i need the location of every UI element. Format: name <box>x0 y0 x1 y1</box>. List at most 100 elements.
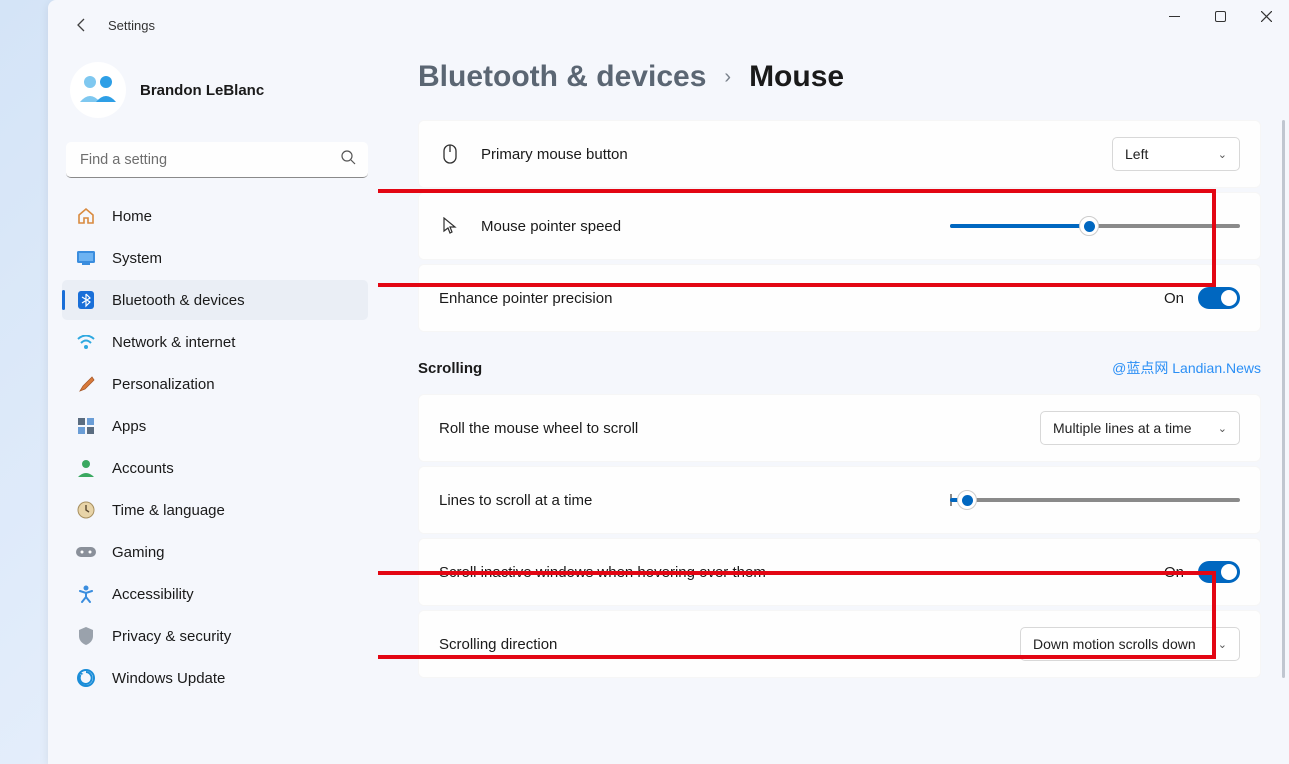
sidebar-item-update[interactable]: Windows Update <box>62 658 368 698</box>
sidebar-item-label: Apps <box>112 418 146 435</box>
update-icon <box>76 668 96 688</box>
wifi-icon <box>76 332 96 352</box>
avatar <box>70 62 126 118</box>
chevron-down-icon: ⌄ <box>1218 422 1227 435</box>
dropdown-value: Multiple lines at a time <box>1053 420 1192 436</box>
clock-icon <box>76 500 96 520</box>
bluetooth-icon <box>76 290 96 310</box>
app-title: Settings <box>108 18 155 33</box>
scrollbar[interactable] <box>1282 120 1285 678</box>
dropdown-value: Left <box>1125 146 1148 162</box>
roll-wheel-dropdown[interactable]: Multiple lines at a time ⌄ <box>1040 411 1240 445</box>
sidebar-item-label: Personalization <box>112 376 215 393</box>
shield-icon <box>76 626 96 646</box>
arrow-left-icon <box>74 17 90 33</box>
breadcrumb: Bluetooth & devices › Mouse <box>418 60 1261 94</box>
breadcrumb-parent[interactable]: Bluetooth & devices <box>418 60 706 94</box>
content: Brandon LeBlanc Home System <box>48 50 1289 764</box>
setting-label: Enhance pointer precision <box>439 290 1144 307</box>
scroll-inactive-toggle[interactable] <box>1198 561 1240 583</box>
sidebar-item-label: Network & internet <box>112 334 235 351</box>
lines-scroll-slider[interactable] <box>950 490 1240 510</box>
home-icon <box>76 206 96 226</box>
breadcrumb-current: Mouse <box>749 60 844 94</box>
sidebar-item-gaming[interactable]: Gaming <box>62 532 368 572</box>
dropdown-value: Down motion scrolls down <box>1033 636 1196 652</box>
setting-label: Mouse pointer speed <box>481 218 930 235</box>
search-icon <box>341 150 356 170</box>
setting-enhance-precision: Enhance pointer precision On <box>418 264 1261 332</box>
apps-icon <box>76 416 96 436</box>
watermark: @蓝点网 Landian.News <box>1112 358 1261 378</box>
setting-label: Lines to scroll at a time <box>439 492 930 509</box>
close-icon <box>1261 11 1272 22</box>
setting-primary-button: Primary mouse button Left ⌄ <box>418 120 1261 188</box>
person-icon <box>76 458 96 478</box>
setting-lines-scroll: Lines to scroll at a time <box>418 466 1261 534</box>
chevron-right-icon: › <box>724 66 731 89</box>
search-box <box>66 142 368 178</box>
sidebar-item-label: Accounts <box>112 460 174 477</box>
gamepad-icon <box>76 542 96 562</box>
sidebar-item-label: Windows Update <box>112 670 225 687</box>
sidebar-item-home[interactable]: Home <box>62 196 368 236</box>
sidebar-item-label: Bluetooth & devices <box>112 292 245 309</box>
user-name: Brandon LeBlanc <box>140 82 264 99</box>
primary-button-dropdown[interactable]: Left ⌄ <box>1112 137 1240 171</box>
section-header-label: Scrolling <box>418 360 482 377</box>
section-header-scrolling: Scrolling @蓝点网 Landian.News <box>418 358 1261 378</box>
sidebar-item-label: System <box>112 250 162 267</box>
sidebar-item-label: Time & language <box>112 502 225 519</box>
brush-icon <box>76 374 96 394</box>
search-input[interactable] <box>66 142 368 178</box>
setting-scroll-inactive: Scroll inactive windows when hovering ov… <box>418 538 1261 606</box>
sidebar-item-label: Gaming <box>112 544 165 561</box>
sidebar-item-label: Home <box>112 208 152 225</box>
close-button[interactable] <box>1243 0 1289 32</box>
avatar-icon <box>76 68 120 112</box>
sidebar-item-network[interactable]: Network & internet <box>62 322 368 362</box>
nav: Home System Bluetooth & devices Network … <box>62 196 378 698</box>
setting-label: Primary mouse button <box>481 146 1092 163</box>
sidebar-item-system[interactable]: System <box>62 238 368 278</box>
chevron-down-icon: ⌄ <box>1218 638 1227 651</box>
settings-list: Primary mouse button Left ⌄ Mouse pointe… <box>418 120 1261 678</box>
sidebar: Brandon LeBlanc Home System <box>48 50 378 764</box>
maximize-icon <box>1215 11 1226 22</box>
system-icon <box>76 248 96 268</box>
setting-label: Scroll inactive windows when hovering ov… <box>439 564 1144 581</box>
sidebar-item-accounts[interactable]: Accounts <box>62 448 368 488</box>
chevron-down-icon: ⌄ <box>1218 148 1227 161</box>
sidebar-item-privacy[interactable]: Privacy & security <box>62 616 368 656</box>
scroll-direction-dropdown[interactable]: Down motion scrolls down ⌄ <box>1020 627 1240 661</box>
setting-roll-wheel: Roll the mouse wheel to scroll Multiple … <box>418 394 1261 462</box>
sidebar-item-bluetooth[interactable]: Bluetooth & devices <box>62 280 368 320</box>
minimize-icon <box>1169 11 1180 22</box>
back-button[interactable] <box>66 9 98 41</box>
sidebar-item-label: Privacy & security <box>112 628 231 645</box>
toggle-state: On <box>1164 564 1184 581</box>
settings-window: Settings <box>48 0 1289 764</box>
sidebar-item-time[interactable]: Time & language <box>62 490 368 530</box>
sidebar-item-label: Accessibility <box>112 586 194 603</box>
setting-label: Scrolling direction <box>439 636 1000 653</box>
toggle-wrap: On <box>1164 287 1240 309</box>
sidebar-item-accessibility[interactable]: Accessibility <box>62 574 368 614</box>
setting-pointer-speed: Mouse pointer speed <box>418 192 1261 260</box>
enhance-precision-toggle[interactable] <box>1198 287 1240 309</box>
toggle-wrap: On <box>1164 561 1240 583</box>
maximize-button[interactable] <box>1197 0 1243 32</box>
titlebar: Settings <box>48 0 1289 50</box>
setting-scroll-direction: Scrolling direction Down motion scrolls … <box>418 610 1261 678</box>
sidebar-item-apps[interactable]: Apps <box>62 406 368 446</box>
main-content: Bluetooth & devices › Mouse Primary mous… <box>378 50 1289 764</box>
pointer-speed-slider[interactable] <box>950 216 1240 236</box>
sidebar-item-personalization[interactable]: Personalization <box>62 364 368 404</box>
minimize-button[interactable] <box>1151 0 1197 32</box>
window-controls <box>1151 0 1289 32</box>
toggle-state: On <box>1164 290 1184 307</box>
setting-label: Roll the mouse wheel to scroll <box>439 420 1020 437</box>
user-profile[interactable]: Brandon LeBlanc <box>62 50 378 138</box>
mouse-icon <box>439 144 461 164</box>
accessibility-icon <box>76 584 96 604</box>
